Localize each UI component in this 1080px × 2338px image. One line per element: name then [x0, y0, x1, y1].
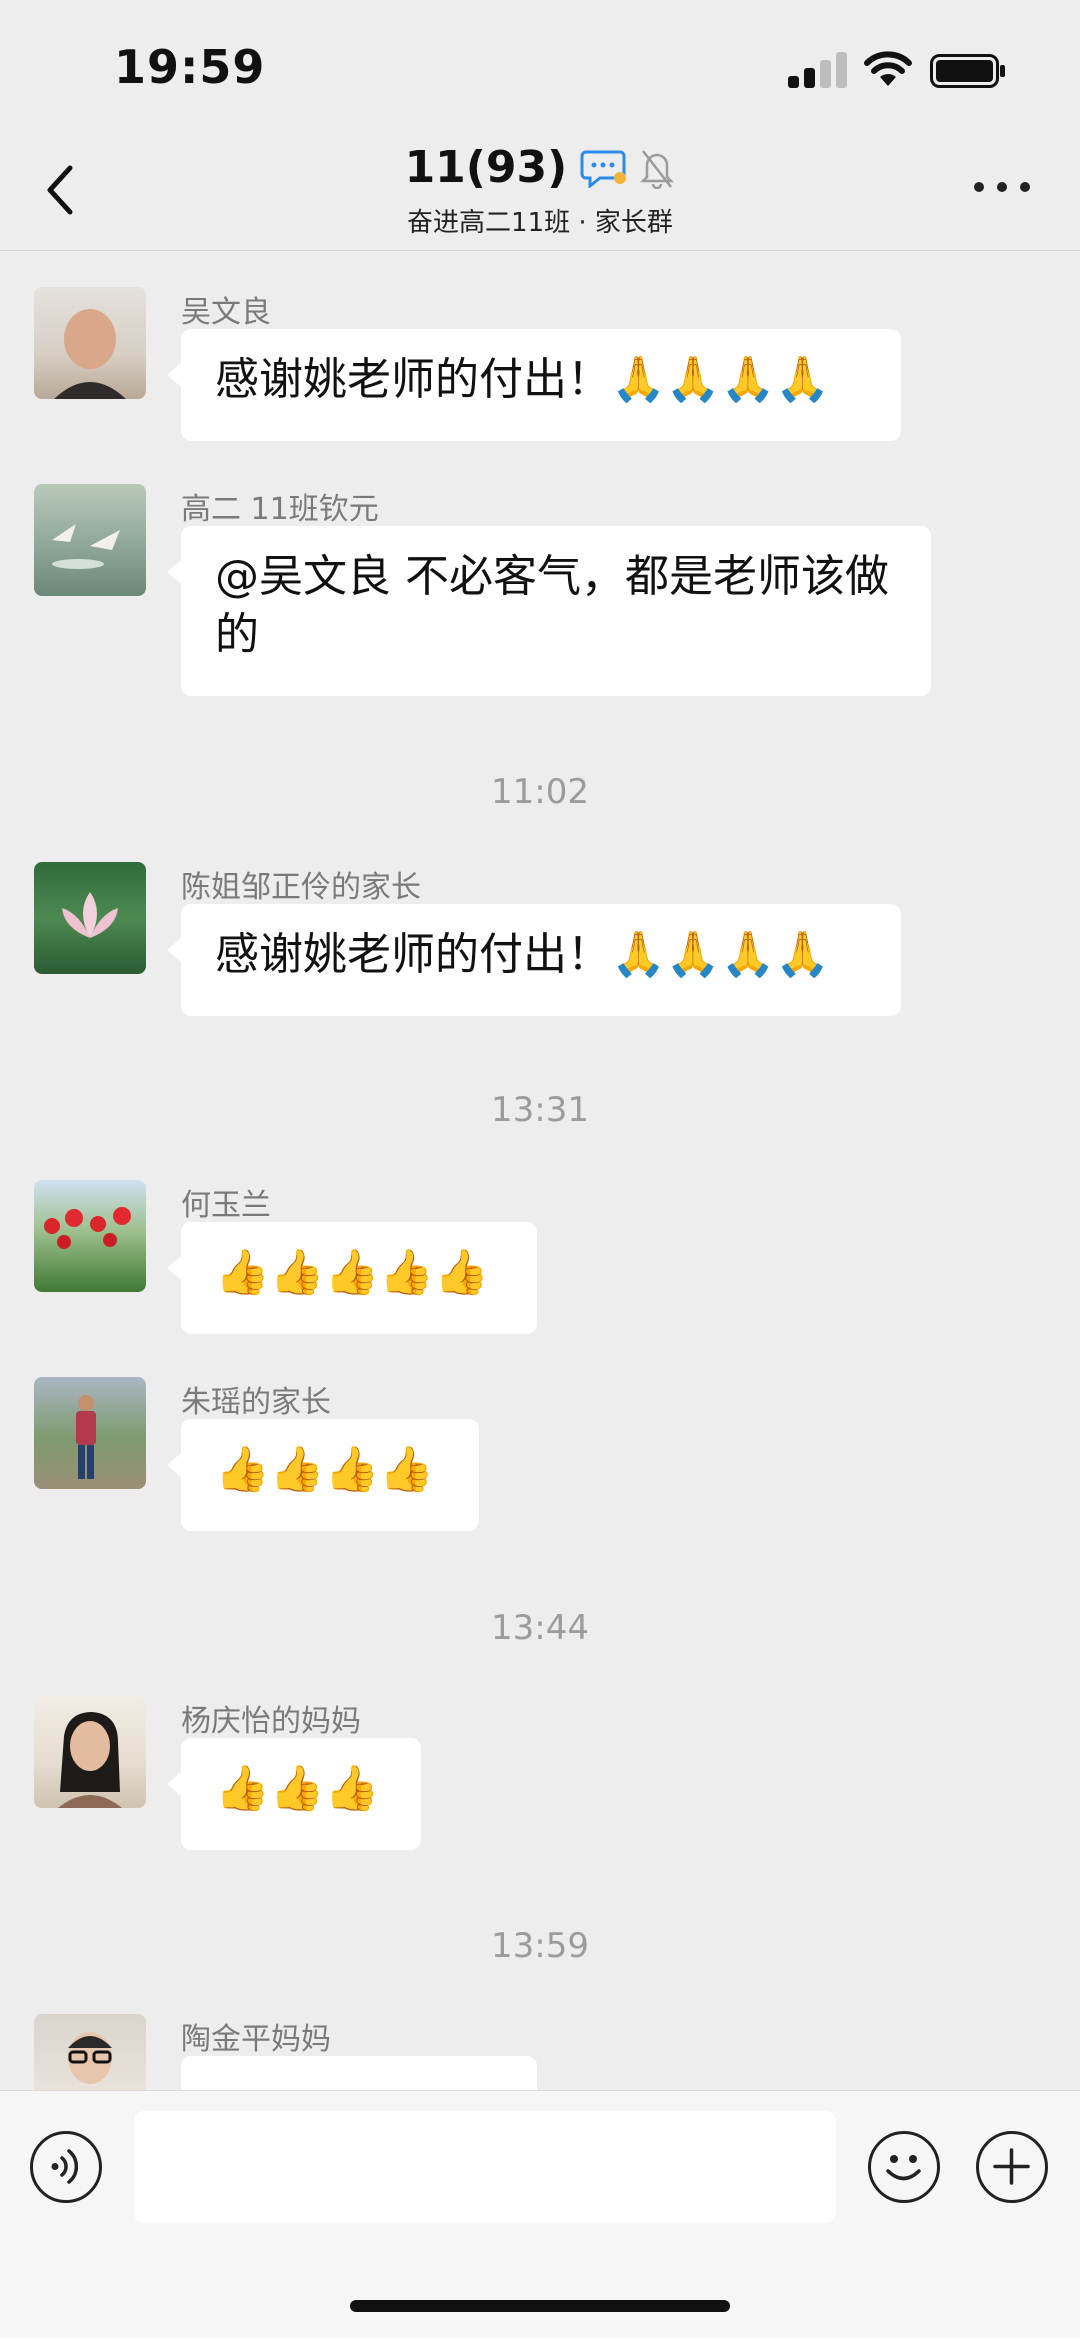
avatar[interactable]	[34, 862, 146, 974]
message-item: 陶金平妈妈	[0, 2014, 1080, 2090]
message-bubble[interactable]	[181, 2056, 537, 2090]
sender-name: 高二 11班钦元	[181, 492, 379, 527]
chat-subtitle: 奋进高二11班 · 家长群	[407, 208, 673, 238]
message-bubble[interactable]: 👍👍👍👍👍	[167, 1222, 537, 1334]
message-input[interactable]	[134, 2111, 836, 2223]
pray-emoji: 🙏🙏🙏🙏	[611, 354, 831, 405]
voice-icon	[51, 2149, 79, 2184]
chat-header: 11(93) 奋进高二11班 · 家长群	[0, 130, 1080, 251]
sender-name: 吴文良	[181, 295, 271, 330]
message-bubble[interactable]: 感谢姚老师的付出！🙏🙏🙏🙏	[167, 329, 901, 441]
smiley-icon	[886, 2155, 921, 2181]
pray-emoji: 🙏🙏🙏🙏	[611, 929, 831, 980]
message-text: 感谢姚老师的付出！	[215, 929, 611, 980]
message-bubble[interactable]: 感谢姚老师的付出！🙏🙏🙏🙏	[167, 904, 901, 1016]
message-bubble[interactable]: @吴文良 不必客气，都是老师该做的	[167, 526, 931, 696]
thumbs-up-emoji: 👍👍👍👍	[215, 1444, 435, 1495]
cellular-signal-icon	[788, 52, 848, 88]
avatar[interactable]	[34, 1696, 146, 1808]
avatar[interactable]	[34, 287, 146, 399]
avatar[interactable]	[34, 1180, 146, 1292]
emoji-button[interactable]	[868, 2131, 940, 2203]
message-timestamp: 11:02	[491, 772, 589, 812]
plus-icon	[993, 2148, 1030, 2185]
message-timestamp: 13:31	[491, 1090, 589, 1130]
message-text: @吴文良 不必客气，都是老师该做的	[215, 551, 889, 660]
message-bubble[interactable]: 👍👍👍	[167, 1738, 421, 1850]
group-chat-icon	[580, 150, 627, 188]
message-timestamp: 13:44	[491, 1608, 589, 1648]
more-functions-button[interactable]	[976, 2131, 1048, 2203]
sender-name: 朱瑶的家长	[181, 1385, 331, 1420]
sender-name: 陶金平妈妈	[181, 2022, 331, 2057]
avatar[interactable]	[34, 1377, 146, 1489]
thumbs-up-emoji: 👍👍👍	[215, 1763, 380, 1814]
more-options-icon[interactable]	[974, 178, 1030, 198]
chat-title[interactable]: 11(93)	[405, 142, 568, 193]
message-text: 感谢姚老师的付出！	[215, 354, 611, 405]
thumbs-up-emoji: 👍👍👍👍👍	[215, 1247, 489, 1298]
sender-name: 陈姐邹正伶的家长	[181, 870, 421, 905]
mute-bell-icon	[640, 149, 675, 189]
sender-name: 杨庆怡的妈妈	[181, 1704, 361, 1739]
voice-input-button[interactable]	[30, 2131, 102, 2203]
status-time: 19:59	[114, 40, 266, 94]
sender-name: 何玉兰	[181, 1188, 271, 1223]
home-indicator[interactable]	[350, 2300, 730, 2312]
status-bar: 19:59	[0, 0, 1080, 130]
message-bubble[interactable]: 👍👍👍👍	[167, 1419, 479, 1531]
wifi-icon	[864, 51, 912, 86]
battery-icon	[930, 54, 1005, 88]
avatar[interactable]	[34, 2014, 146, 2090]
message-timestamp: 13:59	[491, 1926, 589, 1966]
avatar[interactable]	[34, 484, 146, 596]
